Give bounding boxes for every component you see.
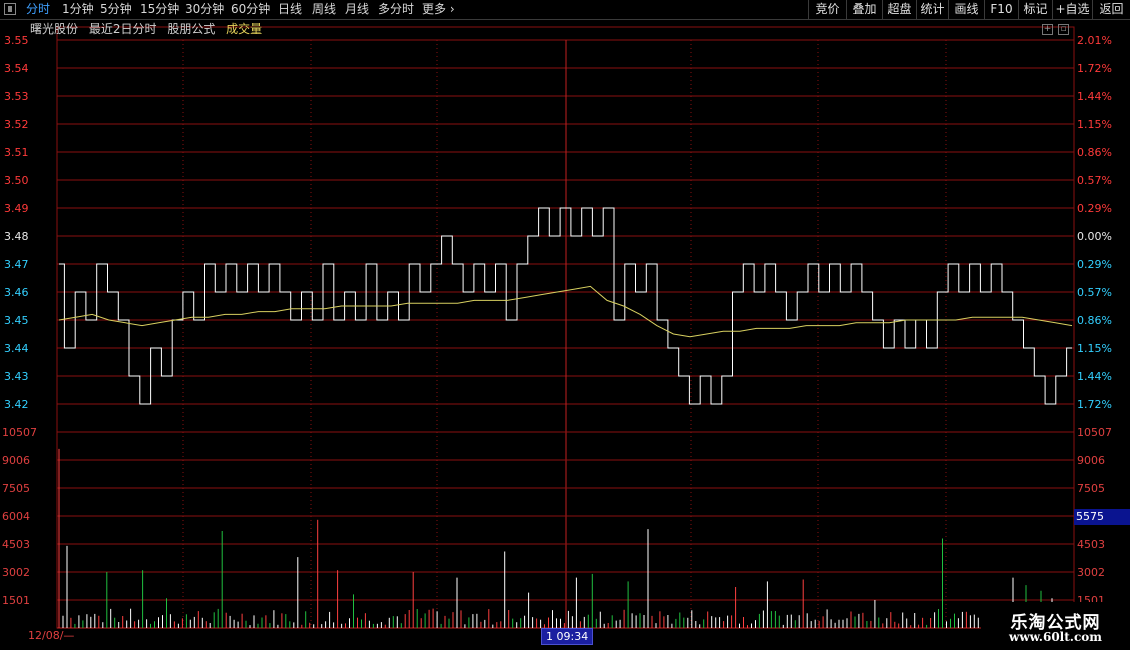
date-label: 12/08/— <box>28 629 75 642</box>
volume-tick-label: 7505 <box>1077 482 1105 495</box>
price-tick-label: 3.43 <box>4 370 29 383</box>
percent-tick-label: 0.86% <box>1077 314 1112 327</box>
price-tick-label: 3.48 <box>4 230 29 243</box>
volume-tick-label: 3002 <box>2 566 30 579</box>
volume-tick-label: 10507 <box>1077 426 1112 439</box>
percent-tick-label: 1.72% <box>1077 62 1112 75</box>
price-tick-label: 3.42 <box>4 398 29 411</box>
volume-tick-label: 4503 <box>1077 538 1105 551</box>
price-tick-label: 3.44 <box>4 342 29 355</box>
zoom-in-icon[interactable]: + <box>1042 24 1053 35</box>
formula-label[interactable]: 股朋公式 <box>167 22 215 36</box>
price-tick-label: 3.51 <box>4 146 29 159</box>
percent-tick-label: 1.15% <box>1077 342 1112 355</box>
price-tick-label: 3.45 <box>4 314 29 327</box>
percent-tick-label: 0.29% <box>1077 258 1112 271</box>
intraday-chart[interactable] <box>0 0 1130 650</box>
volume-tick-label: 10507 <box>2 426 37 439</box>
watermark-url: www.60lt.com <box>1009 630 1102 644</box>
settings-icon[interactable]: ▫ <box>1058 24 1069 35</box>
price-tick-label: 3.46 <box>4 286 29 299</box>
volume-tick-label: 9006 <box>2 454 30 467</box>
volume-tick-label: 7505 <box>2 482 30 495</box>
chart-info-bar: 曙光股份 最近2日分时 股朋公式 成交量 <box>30 21 269 37</box>
volume-label: 成交量 <box>226 22 263 36</box>
price-tick-label: 3.49 <box>4 202 29 215</box>
price-tick-label: 3.55 <box>4 34 29 47</box>
percent-tick-label: 1.44% <box>1077 90 1112 103</box>
stock-name: 曙光股份 <box>30 22 79 36</box>
volume-tick-label: 4503 <box>2 538 30 551</box>
price-tick-label: 3.52 <box>4 118 29 131</box>
price-tick-label: 3.54 <box>4 62 29 75</box>
watermark: 乐淘公式网 www.60lt.com <box>981 602 1130 650</box>
percent-tick-label: 1.15% <box>1077 118 1112 131</box>
percent-tick-label: 1.72% <box>1077 398 1112 411</box>
volume-tick-label: 6004 <box>2 510 30 523</box>
volume-tick-label: 9006 <box>1077 454 1105 467</box>
percent-tick-label: 0.57% <box>1077 174 1112 187</box>
price-tick-label: 3.53 <box>4 90 29 103</box>
percent-tick-label: 0.57% <box>1077 286 1112 299</box>
percent-tick-label: 0.86% <box>1077 146 1112 159</box>
percent-tick-label: 1.44% <box>1077 370 1112 383</box>
percent-tick-label: 0.29% <box>1077 202 1112 215</box>
price-tick-label: 3.47 <box>4 258 29 271</box>
price-tick-label: 3.50 <box>4 174 29 187</box>
volume-tick-label: 3002 <box>1077 566 1105 579</box>
percent-tick-label: 0.00% <box>1077 230 1112 243</box>
range-label[interactable]: 最近2日分时 <box>89 22 157 36</box>
percent-tick-label: 2.01% <box>1077 34 1112 47</box>
cursor-time-label: 1 09:34 <box>541 628 594 645</box>
volume-tick-label: 1501 <box>2 594 30 607</box>
current-volume-label: 5575 <box>1074 509 1130 525</box>
